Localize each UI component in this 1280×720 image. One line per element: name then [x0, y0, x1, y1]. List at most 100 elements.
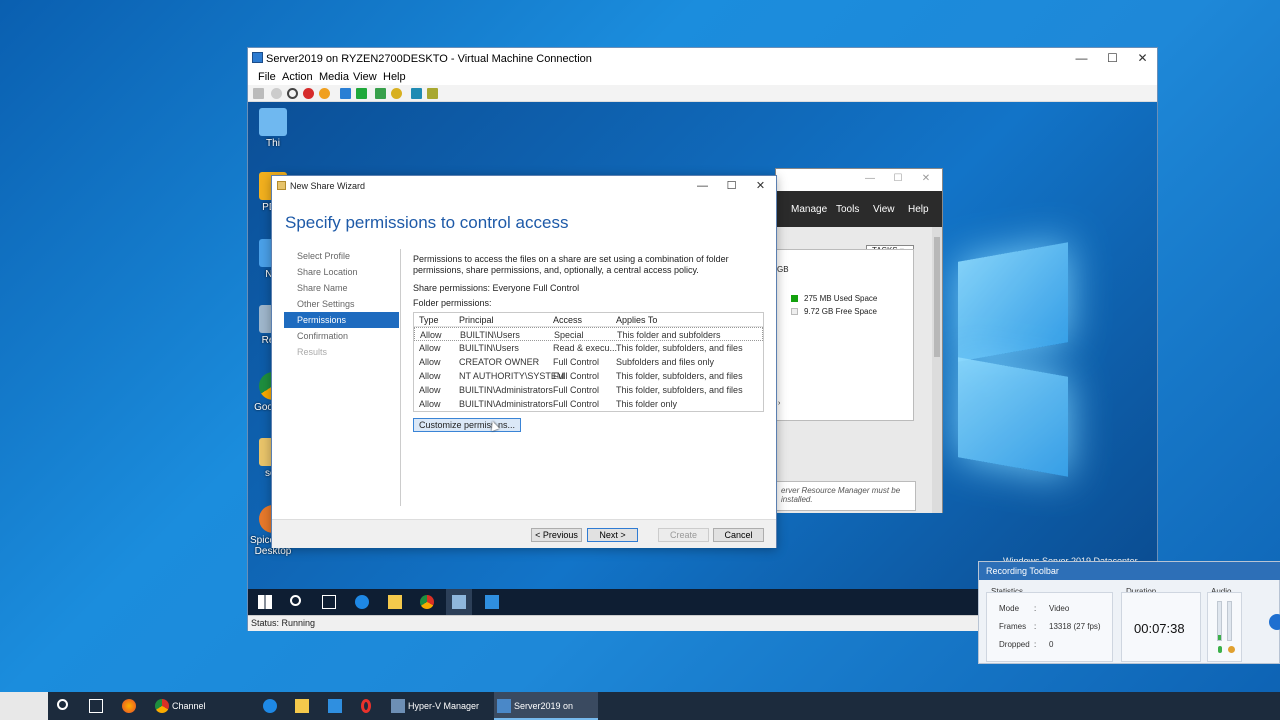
audio-meter-right: [1227, 601, 1232, 641]
sm-menu-manage[interactable]: Manage: [791, 204, 827, 215]
nav-share-name[interactable]: Share Name: [284, 280, 399, 296]
sm-note: erver Resource Manager must be installed…: [776, 481, 916, 511]
task-view-icon[interactable]: [89, 699, 103, 713]
dropped-value: 0: [1049, 640, 1054, 649]
col-access[interactable]: Access: [553, 315, 582, 325]
file-explorer-icon[interactable]: [388, 595, 402, 609]
sm-maximize-button[interactable]: ☐: [884, 169, 912, 189]
sm-scrollbar[interactable]: [932, 227, 942, 513]
wizard-close-button[interactable]: ✕: [746, 176, 775, 195]
save-icon[interactable]: [319, 88, 330, 99]
table-row[interactable]: Allow BUILTIN\Administrators Full Contro…: [414, 383, 763, 397]
sm-menu-tools[interactable]: Tools: [836, 204, 859, 215]
sm-body: TASKS ▾ GB 275 MB Used Space 9.72 GB Fre…: [776, 227, 942, 513]
next-button[interactable]: Next >: [587, 528, 638, 542]
sm-menu-view[interactable]: View: [873, 204, 895, 215]
vm-app-icon: [252, 52, 263, 63]
file-explorer-icon[interactable]: [295, 699, 309, 713]
nav-other-settings[interactable]: Other Settings: [284, 296, 399, 312]
wizard-title: New Share Wizard: [290, 181, 366, 191]
vm-titlebar: Server2019 on RYZEN2700DESKTO - Virtual …: [248, 48, 1157, 69]
guest-screen: Thi PDQ Net Recy Goo Chr soft Spiceworks…: [248, 102, 1157, 615]
wizard-divider: [400, 249, 401, 506]
vm-connection-icon: [497, 699, 511, 713]
enhanced-session-icon[interactable]: [411, 88, 422, 99]
wizard-minimize-button[interactable]: —: [688, 176, 717, 195]
ctrl-alt-del-icon[interactable]: [253, 88, 264, 99]
taskbar-app-server2019[interactable]: Server2019 on RYZE...: [494, 692, 598, 720]
menu-file[interactable]: File: [258, 71, 276, 83]
recording-title: Recording Toolbar: [979, 562, 1280, 580]
folder-icon: [277, 181, 286, 190]
wizard-maximize-button[interactable]: ☐: [717, 176, 746, 195]
col-type[interactable]: Type: [419, 315, 439, 325]
vm-toolbar: [248, 85, 1157, 102]
admin-tool-icon[interactable]: [485, 595, 499, 609]
revert-icon[interactable]: [391, 88, 402, 99]
table-row[interactable]: Allow BUILTIN\Administrators Full Contro…: [414, 397, 763, 411]
recording-toolbar: Recording Toolbar Statistics Mode : Vide…: [978, 561, 1280, 664]
resume-icon[interactable]: [356, 88, 367, 99]
task-view-icon[interactable]: [322, 595, 336, 609]
ie-icon[interactable]: [355, 595, 369, 609]
mode-value: Video: [1049, 604, 1070, 613]
sm-scroll-arrow[interactable]: ›: [778, 400, 780, 407]
chrome-icon[interactable]: [420, 595, 434, 609]
folder-permissions-label: Folder permissions:: [413, 298, 492, 308]
close-button[interactable]: ✕: [1127, 48, 1158, 69]
intro-text: Permissions to access the files on a sha…: [413, 254, 729, 275]
sm-close-button[interactable]: ✕: [912, 169, 940, 189]
menu-help[interactable]: Help: [383, 71, 406, 83]
share-permissions-text: Share permissions: Everyone Full Control: [413, 283, 580, 293]
mail-icon[interactable]: [328, 699, 342, 713]
turn-off-icon[interactable]: [287, 88, 298, 99]
host-start-area[interactable]: [0, 692, 48, 720]
cortana-icon[interactable]: [57, 699, 68, 710]
table-row[interactable]: Allow BUILTIN\Users Special This folder …: [414, 327, 763, 341]
opera-icon[interactable]: [361, 699, 371, 713]
guest-windows-logo: [938, 242, 1068, 482]
firefox-icon[interactable]: [122, 699, 136, 713]
desktop-icon-this-pc[interactable]: Thi: [250, 108, 296, 149]
vm-menubar: File Action Media View Help: [248, 69, 1157, 85]
sm-gb-fragment: GB: [777, 265, 789, 274]
sm-scroll-thumb[interactable]: [934, 237, 940, 357]
taskbar-app-hyperv-manager[interactable]: Hyper-V Manager: [388, 692, 490, 720]
sm-menu-help[interactable]: Help: [908, 204, 929, 215]
customize-permissions-button[interactable]: Customize permiss ns...: [413, 418, 521, 432]
table-row[interactable]: Allow BUILTIN\Users Read & execu... This…: [414, 341, 763, 355]
menu-action[interactable]: Action: [282, 71, 313, 83]
nav-confirmation[interactable]: Confirmation: [284, 328, 399, 344]
microphone-icon[interactable]: [1218, 646, 1222, 653]
sm-minimize-button[interactable]: —: [856, 169, 884, 189]
col-principal[interactable]: Principal: [459, 315, 494, 325]
search-icon[interactable]: [290, 595, 301, 606]
permissions-table[interactable]: Type Principal Access Applies To Allow B…: [413, 312, 764, 412]
taskbar-app-channel-dashboard[interactable]: Channel dashboard...: [152, 692, 251, 720]
menu-view[interactable]: View: [353, 71, 377, 83]
table-row[interactable]: Allow NT AUTHORITY\SYSTEM Full Control T…: [414, 369, 763, 383]
menu-media[interactable]: Media: [319, 71, 349, 83]
nav-permissions[interactable]: Permissions: [284, 312, 399, 328]
wizard-nav: Select Profile Share Location Share Name…: [284, 248, 399, 360]
minimize-button[interactable]: —: [1066, 48, 1097, 69]
wizard-titlebar: New Share Wizard — ☐ ✕: [272, 176, 776, 195]
start-icon[interactable]: [271, 88, 282, 99]
windows-start-icon[interactable]: [258, 595, 272, 609]
share-icon[interactable]: [427, 88, 438, 99]
speaker-icon[interactable]: [1228, 646, 1235, 653]
shutdown-icon[interactable]: [303, 88, 314, 99]
table-row[interactable]: Allow CREATOR OWNER Full Control Subfold…: [414, 355, 763, 369]
sm-volume-panel: GB 275 MB Used Space 9.72 GB Free Space …: [776, 249, 914, 421]
checkpoint-icon[interactable]: [375, 88, 386, 99]
previous-button[interactable]: < Previous: [531, 528, 582, 542]
nav-share-location[interactable]: Share Location: [284, 264, 399, 280]
edge-icon[interactable]: [263, 699, 277, 713]
vm-connection-window: Server2019 on RYZEN2700DESKTO - Virtual …: [247, 47, 1158, 631]
cancel-button[interactable]: Cancel: [713, 528, 764, 542]
col-applies-to[interactable]: Applies To: [616, 315, 657, 325]
maximize-button[interactable]: ☐: [1097, 48, 1128, 69]
nav-select-profile[interactable]: Select Profile: [284, 248, 399, 264]
pause-recording-icon[interactable]: [1269, 614, 1280, 630]
pause-icon[interactable]: [340, 88, 351, 99]
